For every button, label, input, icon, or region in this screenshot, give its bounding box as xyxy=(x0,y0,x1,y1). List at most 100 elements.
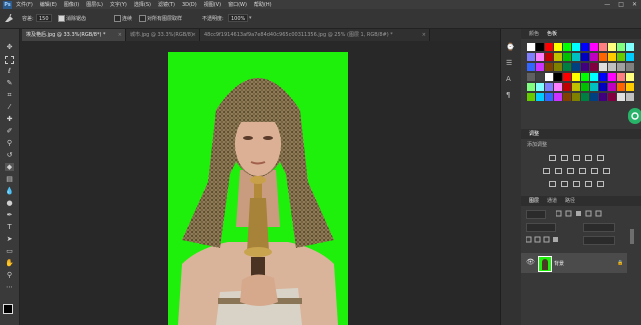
menu-select[interactable]: 选择(S) xyxy=(134,1,151,8)
swatch-chip[interactable] xyxy=(545,83,553,91)
pen-tool-icon[interactable]: ✒ xyxy=(5,211,14,219)
swatch-chip[interactable] xyxy=(527,83,535,91)
brightness-contrast-icon[interactable] xyxy=(549,155,556,161)
swatch-chip[interactable] xyxy=(572,43,580,51)
swatch-chip[interactable] xyxy=(563,93,571,101)
swatch-chip[interactable] xyxy=(581,53,589,61)
all-layers-checkbox[interactable] xyxy=(139,15,146,22)
swatch-chip[interactable] xyxy=(527,43,535,51)
zoom-tool-icon[interactable]: ⚲ xyxy=(5,271,14,279)
swatch-chip[interactable] xyxy=(590,83,598,91)
clone-stamp-tool-icon[interactable]: ⚲ xyxy=(5,139,14,147)
layer-kind-filter[interactable] xyxy=(526,210,546,219)
swatch-chip[interactable] xyxy=(608,43,616,51)
history-brush-tool-icon[interactable]: ↺ xyxy=(5,151,14,159)
menu-3d[interactable]: 3D(D) xyxy=(182,2,197,8)
swatch-chip[interactable] xyxy=(581,63,589,71)
crop-tool-icon[interactable]: ⌗ xyxy=(5,91,14,99)
color-lookup-icon[interactable] xyxy=(603,168,610,174)
healing-brush-tool-icon[interactable]: ✚ xyxy=(5,115,14,123)
menu-file[interactable]: 文件(F) xyxy=(16,1,33,8)
swatch-chip[interactable] xyxy=(554,83,562,91)
swatch-chip[interactable] xyxy=(554,43,562,51)
swatch-chip[interactable] xyxy=(572,83,580,91)
swatch-chip[interactable] xyxy=(608,53,616,61)
eyedropper-tool-icon[interactable]: ⁄ xyxy=(5,103,14,111)
properties-panel-icon[interactable]: ☰ xyxy=(506,59,515,68)
swatch-chip[interactable] xyxy=(563,43,571,51)
swatch-chip[interactable] xyxy=(536,83,544,91)
tab-paths[interactable]: 路径 xyxy=(565,196,575,206)
menu-window[interactable]: 窗口(W) xyxy=(228,1,247,8)
swatch-chip[interactable] xyxy=(599,73,607,81)
swatch-chip[interactable] xyxy=(536,53,544,61)
hand-tool-icon[interactable]: ✋ xyxy=(5,259,14,267)
hue-saturation-icon[interactable] xyxy=(543,168,550,174)
swatch-chip[interactable] xyxy=(554,63,562,71)
swatch-chip[interactable] xyxy=(545,43,553,51)
swatch-grid[interactable] xyxy=(527,43,635,107)
swatch-chip[interactable] xyxy=(617,73,625,81)
floating-assistant-button[interactable] xyxy=(628,108,641,124)
channel-mixer-icon[interactable] xyxy=(591,168,598,174)
swatch-chip[interactable] xyxy=(608,73,616,81)
swatch-chip[interactable] xyxy=(626,73,634,81)
swatch-chip[interactable] xyxy=(545,73,553,81)
swatch-chip[interactable] xyxy=(626,43,634,51)
swatch-chip[interactable] xyxy=(572,53,580,61)
history-panel-icon[interactable]: ⌚ xyxy=(506,43,515,52)
layer-row-background[interactable]: 👁 背景 🔒 xyxy=(521,253,627,273)
swatch-chip[interactable] xyxy=(572,63,580,71)
selective-color-icon[interactable] xyxy=(585,181,592,187)
tab-close-icon[interactable]: × xyxy=(422,29,426,41)
swatch-chip[interactable] xyxy=(581,93,589,101)
menu-view[interactable]: 视图(V) xyxy=(204,1,221,8)
menu-layer[interactable]: 图层(L) xyxy=(86,1,103,8)
exposure-icon[interactable] xyxy=(585,155,592,161)
swatch-chip[interactable] xyxy=(536,63,544,71)
swatch-chip[interactable] xyxy=(563,83,571,91)
swatch-chip[interactable] xyxy=(626,53,634,61)
paragraph-panel-icon[interactable]: ¶ xyxy=(506,91,515,100)
swatch-chip[interactable] xyxy=(617,43,625,51)
swatch-chip[interactable] xyxy=(626,63,634,71)
menu-help[interactable]: 帮助(H) xyxy=(254,1,272,8)
invert-icon[interactable] xyxy=(549,181,556,187)
tolerance-input[interactable]: 150 xyxy=(36,14,52,22)
lock-icons[interactable] xyxy=(525,236,566,243)
tab-close-icon[interactable]: × xyxy=(118,29,122,41)
fill-input[interactable] xyxy=(583,236,615,245)
swatch-chip[interactable] xyxy=(599,83,607,91)
tab-color[interactable]: 颜色 xyxy=(529,29,539,39)
layer-filter-icons[interactable] xyxy=(555,210,616,217)
swatch-chip[interactable] xyxy=(608,93,616,101)
swatch-chip[interactable] xyxy=(581,83,589,91)
gradient-map-icon[interactable] xyxy=(597,181,604,187)
more-tools-icon[interactable]: ⋯ xyxy=(5,283,14,291)
swatch-chip[interactable] xyxy=(536,93,544,101)
character-panel-icon[interactable]: A xyxy=(506,75,515,84)
menu-filter[interactable]: 滤镜(T) xyxy=(158,1,175,8)
tab-document-2[interactable]: 城市.jpg @ 33.3%(RGB/8) × xyxy=(126,29,200,41)
swatch-chip[interactable] xyxy=(563,63,571,71)
magic-eraser-tool-preset-icon[interactable] xyxy=(4,13,14,23)
minimize-button[interactable]: — xyxy=(604,1,610,8)
close-window-button[interactable]: ✕ xyxy=(632,1,637,8)
swatch-chip[interactable] xyxy=(590,73,598,81)
curves-icon[interactable] xyxy=(573,155,580,161)
swatch-chip[interactable] xyxy=(545,93,553,101)
black-white-icon[interactable] xyxy=(567,168,574,174)
photo-filter-icon[interactable] xyxy=(579,168,586,174)
threshold-icon[interactable] xyxy=(573,181,580,187)
swatch-chip[interactable] xyxy=(563,73,571,81)
swatch-chip[interactable] xyxy=(617,63,625,71)
tab-swatches[interactable]: 色板 xyxy=(547,29,557,39)
swatch-chip[interactable] xyxy=(572,93,580,101)
tab-layers[interactable]: 图层 xyxy=(529,196,539,206)
swatch-chip[interactable] xyxy=(590,43,598,51)
type-tool-icon[interactable]: T xyxy=(5,223,14,231)
foreground-color-swatch[interactable] xyxy=(3,304,13,314)
color-balance-icon[interactable] xyxy=(555,168,562,174)
swatch-chip[interactable] xyxy=(581,73,589,81)
gradient-tool-icon[interactable]: ▤ xyxy=(5,175,14,183)
